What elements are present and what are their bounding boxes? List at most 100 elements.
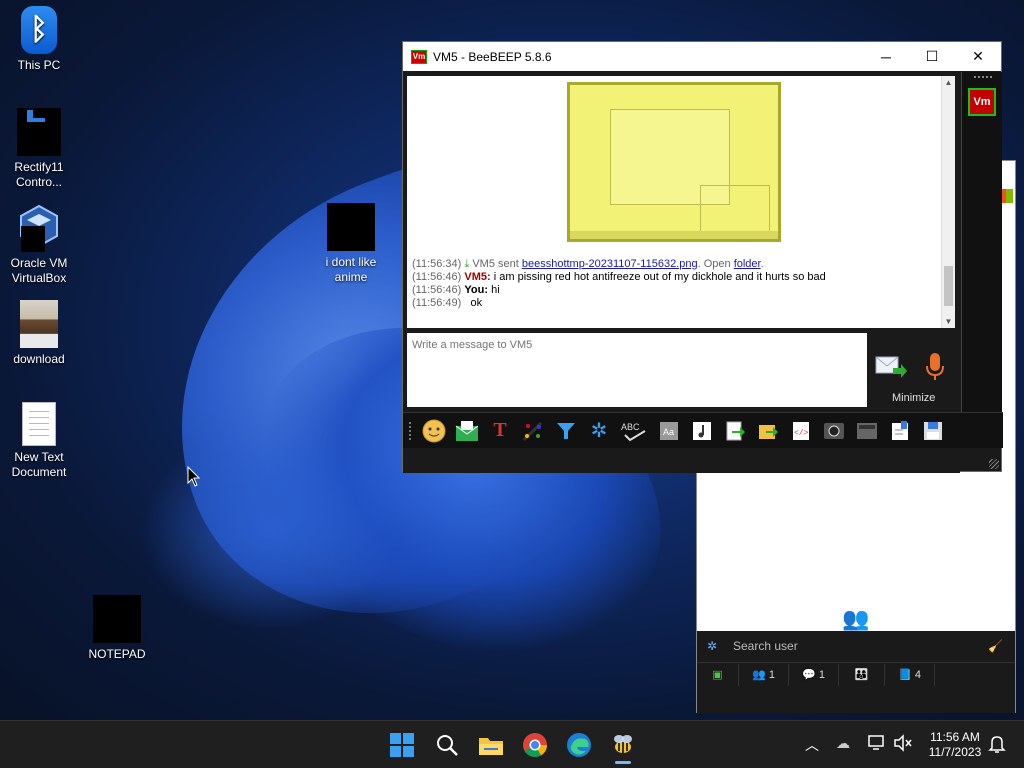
window-titlebar[interactable]: Vm VM5 - BeeBEEP 5.8.6 ─ ☐ ✕ [403,42,1001,71]
tab-chat[interactable]: ▣ [697,663,739,686]
chat-icon: ▣ [712,669,723,681]
filter-icon[interactable] [553,418,579,444]
search-user-bar[interactable]: ✲ Search user 🧹 [701,635,1011,657]
desktop-icon-rectify11[interactable]: Rectify11 Contro... [4,108,74,190]
broom-icon[interactable]: 🧹 [988,639,1003,653]
desktop-icon-new-text-document[interactable]: New Text Document [4,402,74,480]
spellcheck-icon[interactable]: ABC [619,418,649,444]
beebeep-taskbar-button[interactable] [607,729,639,761]
folder-icon [479,738,503,755]
user-panel: Vm [961,72,1002,442]
user-avatar[interactable]: Vm [968,88,996,116]
chat-toolbar: T ✲ ABC Aa </> [403,412,1003,448]
scroll-up-icon[interactable]: ▲ [942,78,955,87]
windows-start-icon [390,733,414,757]
taskbar: ︿ ☁ 11:56 AM 11/7/2023 [0,720,1024,768]
wallpaper-bloom [140,430,400,630]
screenshot-icon[interactable] [821,418,847,444]
desktop-icon-label: download [13,352,65,366]
notification-bell-icon[interactable] [988,734,1006,757]
desktop-icon-label: Rectify11 Contro... [14,160,64,189]
grip-handle[interactable] [974,76,992,80]
tab-groups[interactable]: 👨‍👩‍👦 [839,663,885,686]
scroll-thumb[interactable] [944,266,953,306]
screenshot-thumbnail[interactable] [567,82,781,242]
bluetooth-icon: ᛒ [21,6,57,54]
message-history[interactable]: (11:56:34) ⤓ VM5 sent beesshottmp-202311… [407,76,955,328]
scroll-down-icon[interactable]: ▼ [942,317,955,326]
color-icon[interactable] [520,418,546,444]
save-icon[interactable] [920,418,946,444]
start-button[interactable] [386,729,418,761]
text-format-icon[interactable]: T [487,418,513,444]
svg-text:ABC: ABC [621,422,640,432]
desktop-icon-label: New Text Document [11,450,67,479]
desktop-icon-i-dont-like-anime[interactable]: i dont like anime [316,203,386,285]
microphone-button[interactable] [923,352,947,382]
desktop-icon-notepad[interactable]: NOTEPAD [82,595,152,662]
tab-chats[interactable]: 💬 1 [789,663,839,686]
message-line: (11:56:49) ok [412,297,483,309]
mail-icon[interactable] [454,418,480,444]
folder-link[interactable]: folder [734,258,761,270]
virtualbox-icon [17,204,61,252]
svg-text:</>: </> [794,429,809,438]
emoji-icon[interactable] [421,418,447,444]
file-explorer-button[interactable] [475,729,507,761]
bee-icon [614,735,632,753]
search-button[interactable] [431,729,463,761]
minimize-button[interactable]: ─ [863,42,909,71]
message-input-area[interactable] [407,333,867,407]
edge-icon [567,733,591,757]
send-message-button[interactable] [875,354,907,380]
desktop-icon-download[interactable]: download [4,300,74,367]
message-line: (11:56:34) ⤓ VM5 sent beesshottmp-202311… [412,258,764,270]
settings-icon[interactable]: ✲ [586,418,612,444]
app-icon: Vm [411,49,427,64]
tab-files[interactable]: 📘 4 [885,663,935,686]
download-icon: ⤓ [464,258,470,270]
taskbar-clock[interactable]: 11:56 AM 11/7/2023 [922,730,988,760]
clock-date: 11/7/2023 [928,745,982,759]
show-hidden-icons-button[interactable]: ︿ [805,735,819,755]
thumbnail-window [700,185,770,235]
music-icon[interactable] [689,418,715,444]
search-user-input[interactable]: Search user [733,639,798,653]
message-line: (11:56:46) VM5: i am pissing red hot ant… [412,271,826,283]
window-title: VM5 - BeeBEEP 5.8.6 [433,49,552,64]
message-input[interactable] [407,333,867,407]
send-folder-icon[interactable] [755,418,781,444]
clock-time: 11:56 AM [930,730,980,744]
gear-icon: ✲ [707,639,718,653]
main-window-footer: ✲ Search user 🧹 ▣ 👥 1 💬 1 👨‍👩‍👦 📘 4 [697,631,1015,713]
resize-grip-icon[interactable] [989,459,999,469]
toolbar-grip[interactable] [409,421,413,440]
text-document-icon [22,402,56,446]
message-list: (11:56:34) ⤓ VM5 sent beesshottmp-202311… [412,258,826,310]
maximize-button[interactable]: ☐ [909,42,955,71]
font-icon[interactable]: Aa [656,418,682,444]
desktop-icon-virtualbox[interactable]: Oracle VM VirtualBox [4,204,74,286]
people-icon: 👥 [842,606,870,631]
files-icon: 📘 [898,669,912,681]
search-icon [437,735,458,756]
notes-icon[interactable] [887,418,913,444]
desktop-icon-this-pc[interactable]: ᛒ This PC [4,6,74,73]
chats-icon: 💬 [802,669,816,681]
network-icon[interactable] [867,734,887,755]
message-scrollbar[interactable]: ▲ ▼ [941,76,955,328]
code-icon[interactable]: </> [788,418,814,444]
file-icon [327,203,375,251]
status-tabs: ▣ 👥 1 💬 1 👨‍👩‍👦 📘 4 [697,662,1015,686]
edge-button[interactable] [563,729,595,761]
volume-muted-icon[interactable] [893,734,913,755]
close-button[interactable]: ✕ [955,42,1001,71]
screen-record-icon[interactable] [854,418,880,444]
users-icon: 👥 [752,669,766,681]
chrome-button[interactable] [519,729,551,761]
file-link[interactable]: beesshottmp-20231107-115632.png [522,258,698,270]
tab-users[interactable]: 👥 1 [739,663,789,686]
send-file-icon[interactable] [722,418,748,444]
minimize-label[interactable]: Minimize [892,392,935,404]
onedrive-icon[interactable]: ☁ [836,735,850,752]
